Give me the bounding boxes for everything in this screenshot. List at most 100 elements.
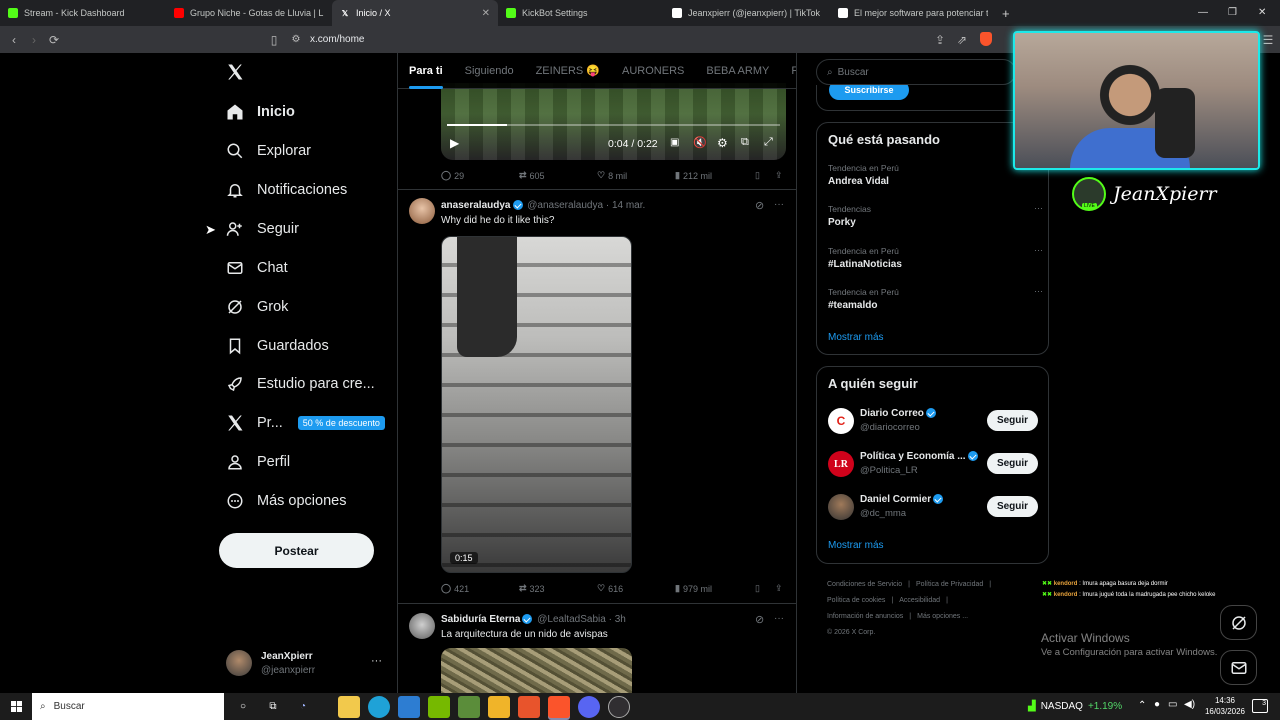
browser-tab[interactable]: El mejor software para potenciar tu s	[830, 0, 996, 26]
tab-auroners[interactable]: AURONERS	[611, 65, 695, 77]
discord-icon[interactable]	[578, 695, 600, 718]
reload-icon[interactable]: ⟳	[44, 33, 64, 47]
share-icon[interactable]: ⇪	[930, 33, 950, 47]
author-handle[interactable]: @anaseralaudya	[527, 200, 603, 211]
post[interactable]: Sabiduría Eterna @LealtadSabia · 3h ⊘ ··…	[398, 604, 796, 693]
follow-button[interactable]: Seguir	[987, 410, 1038, 431]
trend-more-icon[interactable]: ···	[1034, 286, 1043, 296]
obs-icon[interactable]	[608, 695, 630, 718]
post-video[interactable]: 0:15	[441, 236, 632, 573]
pip-icon[interactable]: ⧉	[741, 136, 749, 149]
views-button[interactable]: ▮ 212 mil	[675, 170, 755, 181]
reply-button[interactable]: ◯ 421	[441, 583, 519, 594]
nav-premium[interactable]: Pr... 50 % de descuento	[226, 411, 385, 435]
follow-item[interactable]: LR Política y Economía ... @Politica_LR …	[828, 451, 1043, 481]
grok-post-icon[interactable]: ⊘	[755, 613, 764, 626]
network-icon[interactable]: ▭	[1168, 699, 1177, 710]
author-name[interactable]: Sabiduría Eterna	[441, 614, 520, 625]
views-button[interactable]: ▮ 979 mil	[675, 583, 755, 594]
post-date[interactable]: 3h	[615, 614, 626, 625]
more-icon[interactable]: ···	[371, 655, 382, 667]
install-icon[interactable]: ⇗	[952, 33, 972, 47]
url-field[interactable]: x.com/home	[310, 34, 364, 45]
nav-creator-studio[interactable]: Estudio para cre...	[226, 372, 375, 396]
git-icon[interactable]	[518, 695, 540, 718]
reply-button[interactable]: ◯ 29	[441, 170, 519, 181]
volume-icon[interactable]: ◀)	[1184, 699, 1195, 710]
footer-link[interactable]: Información de anuncios	[827, 613, 903, 620]
like-button[interactable]: ♡ 8 mil	[597, 170, 675, 181]
taskbar-search[interactable]: ⌕ Buscar	[32, 693, 224, 720]
nav-follow[interactable]: Seguir	[226, 217, 299, 241]
bookmark-post-icon[interactable]: ▯	[755, 583, 775, 594]
browser-menu-icon[interactable]: ☰	[1258, 33, 1278, 47]
nav-more[interactable]: Más opciones	[226, 489, 346, 513]
share-post-icon[interactable]: ⇪	[775, 583, 783, 594]
file-explorer-icon[interactable]	[488, 695, 510, 718]
brave-shield-icon[interactable]	[980, 32, 992, 46]
trend-more-icon[interactable]: ···	[1034, 245, 1043, 255]
play-icon[interactable]: ▶	[450, 136, 459, 150]
browser-tab[interactable]: Jeanxpierr (@jeanxpierr) | TikTok	[664, 0, 830, 26]
start-button[interactable]	[0, 693, 32, 720]
author-handle[interactable]: @LealtadSabia	[537, 614, 606, 625]
tab-fiel-army[interactable]: Fiel Arm	[780, 65, 796, 77]
post-button[interactable]: Postear	[219, 533, 374, 568]
post-image[interactable]	[441, 648, 632, 693]
follow-item[interactable]: C Diario Correo @diariocorreo Seguir	[828, 408, 1043, 438]
tray-chevron-icon[interactable]: ⌃	[1138, 700, 1146, 711]
close-tab-icon[interactable]: ✕	[482, 8, 490, 19]
tab-beba-army[interactable]: BEBA ARMY	[695, 65, 780, 77]
show-more-trends[interactable]: Mostrar más	[828, 332, 884, 343]
footer-link[interactable]: Más opciones ...	[917, 613, 968, 620]
video-progress-track[interactable]	[447, 124, 780, 126]
footer-link[interactable]: Política de cookies	[827, 597, 885, 604]
stock-widget[interactable]: ▟ NASDAQ +1.19%	[1028, 693, 1122, 720]
forward-icon[interactable]: ›	[24, 33, 44, 47]
browser-tab[interactable]: 𝕏 Inicio / X ✕	[332, 0, 498, 26]
nav-bookmarks[interactable]: Guardados	[226, 334, 329, 358]
show-more-follow[interactable]: Mostrar más	[828, 540, 884, 551]
floating-grok-button[interactable]	[1220, 605, 1257, 640]
account-switcher[interactable]: JeanXpierr @jeanxpierr ···	[226, 648, 386, 680]
trend-more-icon[interactable]: ···	[1034, 203, 1043, 213]
grok-post-icon[interactable]: ⊘	[755, 199, 764, 212]
minimize-icon[interactable]: —	[1198, 7, 1208, 18]
follow-item[interactable]: Daniel Cormier @dc_mma Seguir	[828, 494, 1043, 524]
nvidia-icon[interactable]	[428, 695, 450, 718]
browser-tab[interactable]: Stream - Kick Dashboard	[0, 0, 166, 26]
footer-link[interactable]: Accesibilidad	[899, 597, 940, 604]
author-name[interactable]: anaseralaudya	[441, 200, 511, 211]
trend-item[interactable]: Tendencias Porky ···	[828, 203, 1043, 228]
edge-icon[interactable]	[368, 695, 390, 718]
footer-link[interactable]: Política de Privacidad	[916, 581, 983, 588]
nav-grok[interactable]: Grok	[226, 295, 288, 319]
browser-tab[interactable]: Grupo Niche - Gotas de Lluvia | L	[166, 0, 332, 26]
back-icon[interactable]: ‹	[4, 33, 24, 47]
app-icon[interactable]: ◔	[292, 696, 314, 718]
notification-center[interactable]: 3	[1252, 699, 1268, 713]
video-player[interactable]: ▶ 0:04 / 0:22 ▣ 🔇 ⚙ ⧉ ⤢	[441, 83, 786, 160]
trend-item[interactable]: Tendencia en Perú #LatinaNoticias ···	[828, 245, 1043, 270]
follow-button[interactable]: Seguir	[987, 453, 1038, 474]
post-date[interactable]: 14 mar.	[612, 200, 645, 211]
footer-link[interactable]: Condiciones de Servicio	[827, 581, 902, 588]
x-logo-icon[interactable]	[226, 63, 244, 81]
new-tab-icon[interactable]: +	[1002, 6, 1010, 21]
like-button[interactable]: ♡ 616	[597, 583, 675, 594]
author-avatar[interactable]	[409, 198, 435, 224]
minecraft-icon[interactable]	[458, 695, 480, 718]
task-view-icon[interactable]: ⧉	[262, 696, 284, 718]
follow-button[interactable]: Seguir	[987, 496, 1038, 517]
clock[interactable]: 14:36 16/03/2026	[1200, 695, 1250, 717]
close-window-icon[interactable]: ✕	[1258, 7, 1266, 18]
captions-icon[interactable]: ▣	[670, 137, 679, 148]
tab-para-ti[interactable]: Para ti	[398, 65, 454, 89]
bookmark-post-icon[interactable]: ▯	[755, 170, 775, 181]
nav-home[interactable]: Inicio	[226, 100, 295, 124]
share-post-icon[interactable]: ⇪	[775, 170, 783, 181]
search-box[interactable]: ⌕ Buscar	[816, 59, 1016, 85]
nav-profile[interactable]: Perfil	[226, 450, 290, 474]
floating-messages-button[interactable]	[1220, 650, 1257, 685]
trend-item[interactable]: Tendencia en Perú #teamaldo ···	[828, 286, 1043, 311]
